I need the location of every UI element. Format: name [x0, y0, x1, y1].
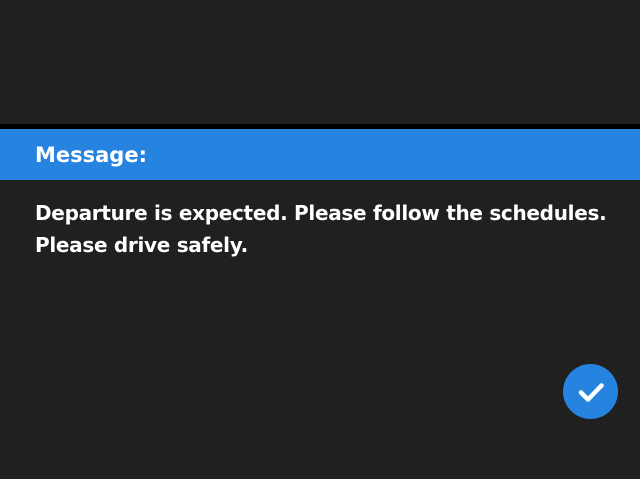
message-body: Departure is expected. Please follow the… [35, 197, 625, 261]
message-line-1: Departure is expected. Please follow the… [35, 201, 607, 225]
confirm-button[interactable] [563, 364, 618, 419]
message-line-2: Please drive safely. [35, 233, 248, 257]
message-title: Message: [35, 143, 147, 167]
message-screen: Message: Departure is expected. Please f… [0, 0, 640, 479]
message-header: Message: [0, 129, 640, 180]
checkmark-icon [574, 375, 608, 409]
